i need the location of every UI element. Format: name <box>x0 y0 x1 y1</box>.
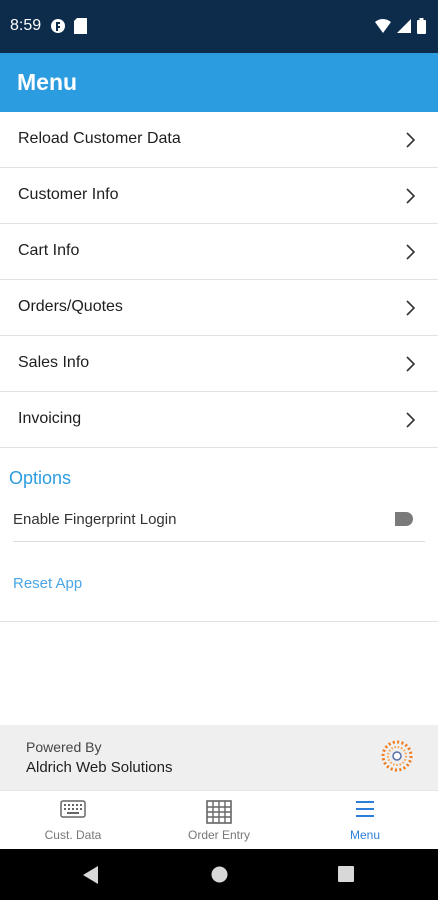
tab-order-entry[interactable]: Order Entry <box>146 791 292 850</box>
tab-label: Order Entry <box>187 828 250 842</box>
app-bar: Menu <box>0 53 438 112</box>
keyboard-icon <box>60 800 86 818</box>
menu-item-label: Customer Info <box>18 186 119 203</box>
sd-card-icon <box>74 18 87 34</box>
tab-cust-data[interactable]: Cust. Data <box>0 791 146 850</box>
menu-item-sales-info[interactable]: Sales Info <box>0 336 438 392</box>
chevron-right-icon <box>406 300 416 316</box>
status-bar: 8:59 <box>0 0 438 53</box>
tab-label: Menu <box>349 828 381 842</box>
divider <box>0 621 438 622</box>
menu-item-label: Invoicing <box>18 410 82 427</box>
menu-item-invoicing[interactable]: Invoicing <box>0 392 438 448</box>
battery-icon <box>417 18 426 34</box>
back-icon[interactable] <box>83 866 99 884</box>
status-time: 8:59 <box>10 17 42 34</box>
chevron-right-icon <box>406 132 416 148</box>
app-notification-icon <box>51 19 65 33</box>
hamburger-menu-icon <box>356 801 374 817</box>
fingerprint-login-row: Enable Fingerprint Login <box>13 500 425 542</box>
recents-icon[interactable] <box>338 866 354 882</box>
menu-item-orders-quotes[interactable]: Orders/Quotes <box>0 280 438 336</box>
options-heading: Options <box>9 468 72 488</box>
system-icons <box>375 18 426 34</box>
company-name: Aldrich Web Solutions <box>26 759 173 776</box>
menu-item-cart-info[interactable]: Cart Info <box>0 224 438 280</box>
bottom-tab-bar: Cust. Data Order Entry Menu <box>0 790 438 850</box>
page-title: Menu <box>17 69 78 95</box>
grid-icon <box>206 800 232 824</box>
menu-item-reload-customer-data[interactable]: Reload Customer Data <box>0 112 438 168</box>
menu-list: Reload Customer Data Customer Info Cart … <box>0 112 438 448</box>
reset-app-button[interactable]: Reset App <box>13 575 82 592</box>
chevron-right-icon <box>406 412 416 428</box>
menu-item-label: Cart Info <box>18 242 80 259</box>
tab-label: Cust. Data <box>44 828 102 842</box>
system-nav-bar <box>0 849 438 900</box>
company-logo-icon <box>381 740 413 772</box>
menu-item-label: Sales Info <box>18 354 90 371</box>
signal-icon <box>397 19 411 33</box>
home-icon[interactable] <box>211 866 228 883</box>
menu-item-customer-info[interactable]: Customer Info <box>0 168 438 224</box>
tab-menu[interactable]: Menu <box>292 791 438 850</box>
chevron-right-icon <box>406 356 416 372</box>
notification-icons <box>50 18 87 34</box>
chevron-right-icon <box>406 188 416 204</box>
powered-by-footer: Powered By Aldrich Web Solutions <box>0 725 438 790</box>
powered-by-label: Powered By <box>26 739 102 755</box>
wifi-icon <box>375 19 391 33</box>
fingerprint-login-label: Enable Fingerprint Login <box>13 511 177 528</box>
menu-item-label: Reload Customer Data <box>18 130 181 147</box>
menu-item-label: Orders/Quotes <box>18 298 123 315</box>
chevron-right-icon <box>406 244 416 260</box>
fingerprint-login-toggle[interactable] <box>395 512 413 526</box>
